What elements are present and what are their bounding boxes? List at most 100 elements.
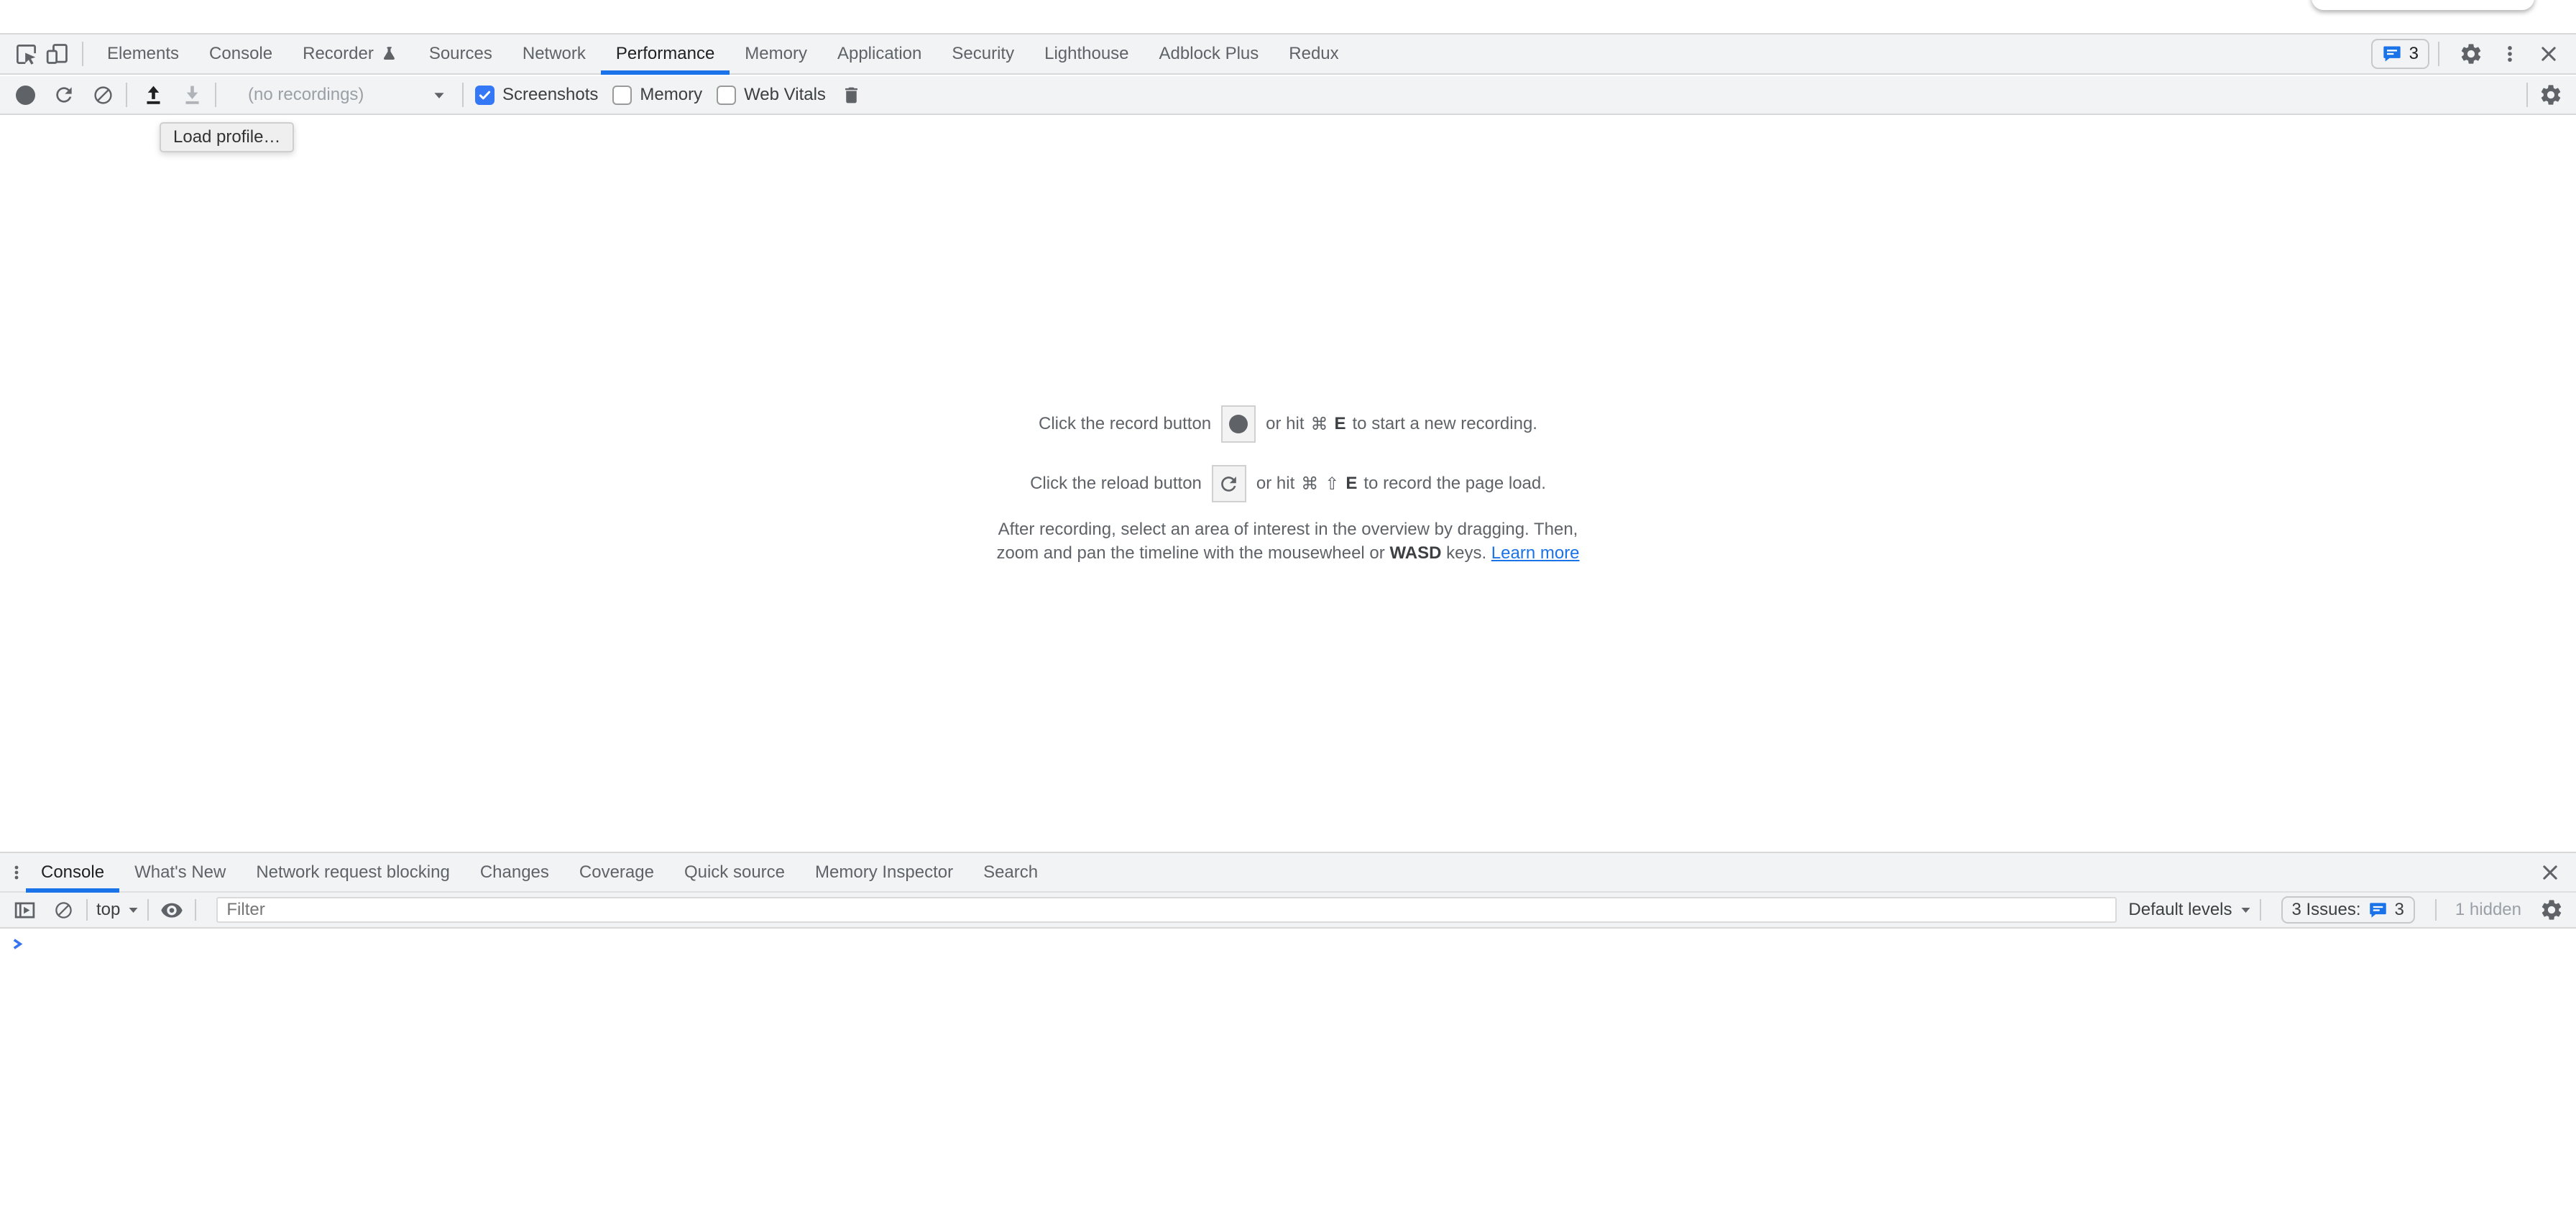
drawer-more-tools-kebab-icon[interactable] <box>7 862 26 883</box>
more-options-kebab-icon[interactable] <box>2494 38 2526 70</box>
drawer-tabbar: Console What's New Network request block… <box>0 852 2576 893</box>
javascript-context-dropdown[interactable]: top <box>96 900 139 920</box>
tab-label: Sources <box>429 44 492 64</box>
garbage-collect-trash-icon[interactable] <box>837 80 866 109</box>
clear-button[interactable] <box>88 80 117 109</box>
load-profile-button[interactable] <box>139 80 167 109</box>
paragraph-text: After recording, select an area of inter… <box>998 520 1578 539</box>
issues-label: 3 Issues: <box>2292 900 2361 920</box>
record-icon <box>1229 415 1248 433</box>
tab-adblock-plus[interactable]: Adblock Plus <box>1144 34 1274 73</box>
tabbar-right-controls: 3 <box>2371 38 2576 70</box>
tab-sources[interactable]: Sources <box>414 34 507 73</box>
tab-performance[interactable]: Performance <box>601 34 730 73</box>
tab-redux[interactable]: Redux <box>1274 34 1353 73</box>
separator <box>2526 83 2528 107</box>
console-prompt-row[interactable] <box>0 931 2576 979</box>
tab-label: Security <box>952 44 1014 64</box>
recordings-dropdown[interactable]: (no recordings) <box>238 80 454 109</box>
create-live-expression-eye-icon[interactable] <box>157 896 186 924</box>
tab-elements[interactable]: Elements <box>92 34 194 73</box>
instruction-text: or hit <box>1266 414 1304 434</box>
e-key-glyph: E <box>1346 474 1357 494</box>
drawer-tab-whats-new[interactable]: What's New <box>119 853 241 891</box>
drawer-tab-memory-inspector[interactable]: Memory Inspector <box>800 853 968 891</box>
drawer-tab-changes[interactable]: Changes <box>465 853 564 891</box>
console-settings-gear-icon[interactable] <box>2537 896 2566 924</box>
chevron-down-icon <box>2240 906 2251 913</box>
console-sidebar-toggle-icon[interactable] <box>10 896 39 924</box>
drawer-tab-network-request-blocking[interactable]: Network request blocking <box>241 853 464 891</box>
learn-more-link[interactable]: Learn more <box>1491 543 1580 563</box>
close-drawer-icon[interactable] <box>2534 857 2566 888</box>
device-toolbar-icon[interactable] <box>42 38 73 70</box>
levels-value: Default levels <box>2128 900 2232 920</box>
tab-recorder[interactable]: Recorder <box>288 34 414 73</box>
tab-memory[interactable]: Memory <box>730 34 822 73</box>
separator <box>215 83 216 107</box>
paragraph-text: keys. <box>1446 543 1486 563</box>
overview-paragraph: After recording, select an area of inter… <box>0 517 2576 565</box>
tab-label: Quick source <box>684 862 785 883</box>
web-vitals-checkbox[interactable]: Web Vitals <box>717 85 826 105</box>
tab-security[interactable]: Security <box>937 34 1029 73</box>
tab-application[interactable]: Application <box>822 34 937 73</box>
record-icon <box>16 86 35 105</box>
load-profile-tooltip: Load profile… <box>160 122 294 152</box>
chevron-down-icon <box>128 906 139 913</box>
separator <box>126 83 127 107</box>
checkbox-unchecked-icon[interactable] <box>717 86 736 105</box>
flask-icon <box>380 45 399 63</box>
issues-badge[interactable]: 3 <box>2371 39 2429 69</box>
checkbox-label: Web Vitals <box>744 85 826 105</box>
separator <box>86 899 88 921</box>
instruction-text: or hit <box>1256 474 1294 494</box>
drawer-tab-quick-source[interactable]: Quick source <box>669 853 800 891</box>
cmd-key-glyph: ⌘ <box>1301 474 1318 494</box>
memory-checkbox[interactable]: Memory <box>612 85 702 105</box>
issues-count: 3 <box>2409 44 2419 64</box>
separator <box>2260 899 2261 921</box>
record-button[interactable] <box>11 80 40 109</box>
reload-button-example[interactable] <box>1212 465 1246 502</box>
performance-landing-instructions: Click the record button or hit ⌘ E to st… <box>0 405 2576 565</box>
tab-label: Console <box>41 862 104 883</box>
inspect-element-icon[interactable] <box>10 38 42 70</box>
tab-network[interactable]: Network <box>507 34 601 73</box>
record-button-example[interactable] <box>1221 405 1256 443</box>
floating-window-fragment <box>2312 0 2534 10</box>
tab-lighthouse[interactable]: Lighthouse <box>1029 34 1144 73</box>
tab-label: Elements <box>107 44 179 64</box>
console-issues-badge[interactable]: 3 Issues: 3 <box>2281 896 2415 924</box>
tab-console[interactable]: Console <box>194 34 288 73</box>
close-devtools-icon[interactable] <box>2533 38 2564 70</box>
save-profile-button[interactable] <box>178 80 206 109</box>
tab-label: Network request blocking <box>256 862 449 883</box>
checkbox-unchecked-icon[interactable] <box>612 86 632 105</box>
clear-console-icon[interactable] <box>49 896 78 924</box>
checkbox-checked-icon[interactable] <box>475 86 494 105</box>
tab-label: Network <box>523 44 586 64</box>
tab-label: Lighthouse <box>1044 44 1128 64</box>
tab-label: Coverage <box>579 862 654 883</box>
reload-instruction-row: Click the reload button or hit ⌘ ⇧ E to … <box>0 465 2576 502</box>
reload-and-record-button[interactable] <box>50 80 78 109</box>
record-instruction-row: Click the record button or hit ⌘ E to st… <box>0 405 2576 443</box>
tab-label: What's New <box>134 862 226 883</box>
performance-toolbar: (no recordings) Screenshots Memory Web V… <box>0 76 2576 115</box>
log-levels-dropdown[interactable]: Default levels <box>2128 900 2250 920</box>
tab-label: Recorder <box>303 44 374 64</box>
screenshots-checkbox[interactable]: Screenshots <box>475 85 598 105</box>
capture-settings-gear-icon[interactable] <box>2536 80 2565 109</box>
tab-label: Application <box>837 44 921 64</box>
drawer-tab-console[interactable]: Console <box>26 853 119 891</box>
issues-chat-icon <box>2368 901 2388 920</box>
tab-label: Changes <box>480 862 549 883</box>
settings-gear-icon[interactable] <box>2455 38 2487 70</box>
console-filter-input[interactable] <box>216 897 2117 923</box>
checkbox-label: Screenshots <box>502 85 598 105</box>
drawer-tab-coverage[interactable]: Coverage <box>564 853 669 891</box>
drawer-tab-search[interactable]: Search <box>968 853 1053 891</box>
tab-label: Console <box>209 44 272 64</box>
console-toolbar: top Default levels 3 Issues: 3 1 hidden <box>0 893 2576 929</box>
